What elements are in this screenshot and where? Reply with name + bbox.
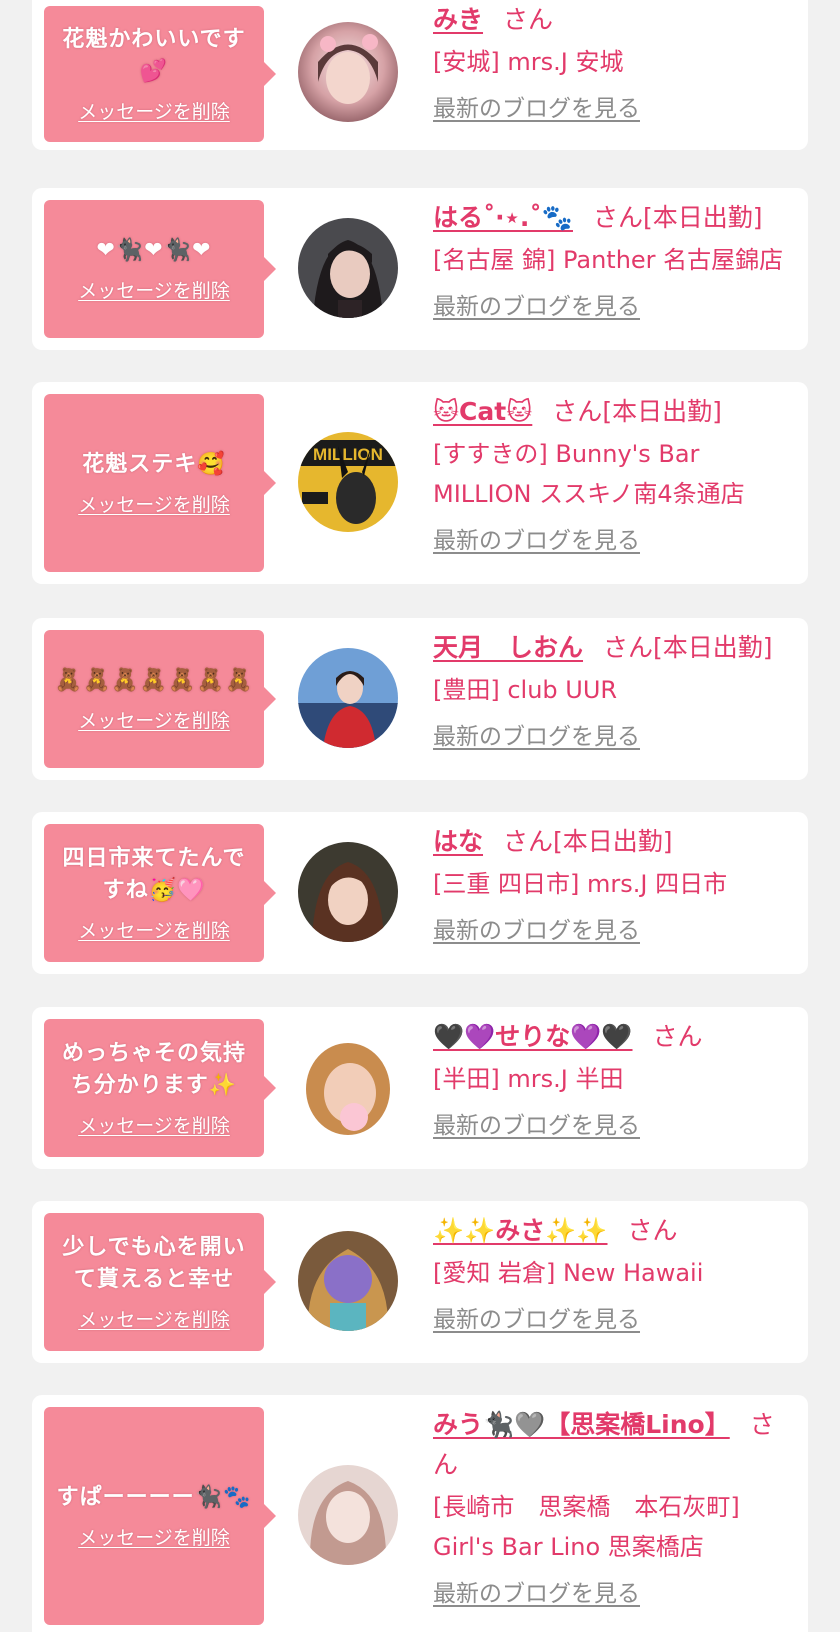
message-bubble: ❤🐈‍⬛❤🐈‍⬛❤ メッセージを削除: [44, 200, 276, 338]
sender-name-line: はる˚‧⋆.˚🐾 さん[本日出勤]: [433, 198, 793, 238]
latest-blog-link[interactable]: 最新のブログを見る: [433, 916, 793, 946]
honorific: さん: [503, 827, 554, 856]
latest-blog-link[interactable]: 最新のブログを見る: [433, 526, 793, 556]
delete-message-link[interactable]: メッセージを削除: [78, 1526, 230, 1550]
honorific: さん: [603, 633, 654, 662]
message-text: めっちゃその気持ち分かります✨: [61, 1041, 246, 1098]
sender-info: みう🐈‍⬛🩶【思案橋Lino】 さん [長崎市 思案橋 本石灰町] Girl's …: [433, 1405, 793, 1609]
message-bubble: すぱーーーー🐈‍⬛🐾 メッセージを削除: [44, 1407, 276, 1625]
avatar[interactable]: [298, 1231, 398, 1331]
sender-name-line: 🖤💜せりな💜🖤 さん: [433, 1017, 793, 1057]
delete-message-link[interactable]: メッセージを削除: [78, 1114, 230, 1138]
sender-name-link[interactable]: はる˚‧⋆.˚🐾: [433, 203, 573, 232]
delete-message-link[interactable]: メッセージを削除: [78, 1308, 230, 1332]
honorific: さん: [503, 5, 554, 34]
delete-message-link[interactable]: メッセージを削除: [78, 279, 230, 303]
sender-info: 🐱Cat🐱 さん[本日出勤] [すすきの] Bunny's Bar MILLION…: [433, 392, 793, 556]
avatar[interactable]: [298, 1465, 398, 1565]
message-card: 花魁ステキ🥰 メッセージを削除 MILLION 🐱Cat🐱 さん[本日出勤] [す…: [32, 382, 808, 584]
message-card: 四日市来てたんですね🥳🩷 メッセージを削除 はな さん[本日出勤] [三重 四日市…: [32, 812, 808, 974]
sender-name-link[interactable]: ✨✨みさ✨✨: [433, 1216, 608, 1245]
delete-message-link[interactable]: メッセージを削除: [78, 493, 230, 517]
shop-name: [長崎市 思案橋 本石灰町] Girl's Bar Lino 思案橋店: [433, 1493, 740, 1561]
sender-name-link[interactable]: 天月 しおん: [433, 633, 583, 662]
work-status: [本日出勤]: [602, 397, 722, 426]
work-status: [本日出勤]: [643, 203, 763, 232]
sender-info: ✨✨みさ✨✨ さん [愛知 岩倉] New Hawaii 最新のブログを見る: [433, 1211, 793, 1335]
message-text: 花魁かわいいです💕: [62, 27, 246, 84]
sender-info: はる˚‧⋆.˚🐾 さん[本日出勤] [名古屋 錦] Panther 名古屋錦店 最…: [433, 198, 793, 322]
message-bubble: 少しでも心を開いて貰えると幸せ メッセージを削除: [44, 1213, 276, 1351]
honorific: さん: [652, 1022, 703, 1051]
latest-blog-link[interactable]: 最新のブログを見る: [433, 1579, 793, 1609]
latest-blog-link[interactable]: 最新のブログを見る: [433, 722, 793, 752]
delete-message-link[interactable]: メッセージを削除: [78, 709, 230, 733]
shop-name: [豊田] club UUR: [433, 676, 618, 704]
sender-name-link[interactable]: 🖤💜せりな💜🖤: [433, 1022, 633, 1051]
message-card: すぱーーーー🐈‍⬛🐾 メッセージを削除 みう🐈‍⬛🩶【思案橋Lino】 さん [長…: [32, 1395, 808, 1632]
sender-info: はな さん[本日出勤] [三重 四日市] mrs.J 四日市 最新のブログを見る: [433, 822, 793, 946]
sender-name-link[interactable]: 🐱Cat🐱: [433, 397, 532, 426]
avatar[interactable]: [298, 842, 398, 942]
shop-name: [半田] mrs.J 半田: [433, 1065, 624, 1093]
shop-name: [すすきの] Bunny's Bar MILLION ススキノ南4条通店: [433, 440, 745, 508]
message-card: 花魁かわいいです💕 メッセージを削除 みき さん [安城] mrs.J 安城 最新…: [32, 0, 808, 150]
sender-name-link[interactable]: みう🐈‍⬛🩶【思案橋Lino】: [433, 1410, 730, 1439]
message-bubble: 花魁ステキ🥰 メッセージを削除: [44, 394, 276, 572]
message-text: 少しでも心を開いて貰えると幸せ: [62, 1235, 246, 1292]
message-bubble: 花魁かわいいです💕 メッセージを削除: [44, 6, 276, 142]
sender-name-link[interactable]: はな: [433, 827, 483, 856]
message-text: ❤🐈‍⬛❤🐈‍⬛❤: [96, 238, 212, 263]
svg-text:MILLION: MILLION: [313, 445, 383, 464]
message-bubble: めっちゃその気持ち分かります✨ メッセージを削除: [44, 1019, 276, 1157]
shop-name: [安城] mrs.J 安城: [433, 48, 624, 76]
honorific: さん: [552, 397, 603, 426]
honorific: さん: [592, 203, 643, 232]
sender-name-line: ✨✨みさ✨✨ さん: [433, 1211, 793, 1251]
latest-blog-link[interactable]: 最新のブログを見る: [433, 94, 793, 124]
latest-blog-link[interactable]: 最新のブログを見る: [433, 292, 793, 322]
avatar[interactable]: MILLION: [298, 432, 398, 532]
message-card: めっちゃその気持ち分かります✨ メッセージを削除 🖤💜せりな💜🖤 さん [半田] …: [32, 1007, 808, 1169]
honorific: さん: [627, 1216, 678, 1245]
latest-blog-link[interactable]: 最新のブログを見る: [433, 1305, 793, 1335]
message-text: 🧸🧸🧸🧸🧸🧸🧸: [54, 668, 254, 693]
sender-name-line: みき さん: [433, 0, 793, 40]
message-text: 四日市来てたんですね🥳🩷: [62, 846, 246, 903]
shop-name: [三重 四日市] mrs.J 四日市: [433, 870, 728, 898]
message-card: 🧸🧸🧸🧸🧸🧸🧸 メッセージを削除 天月 しおん さん[本日出勤] [豊田] clu…: [32, 618, 808, 780]
sender-name-line: はな さん[本日出勤]: [433, 822, 793, 862]
shop-name: [愛知 岩倉] New Hawaii: [433, 1259, 704, 1287]
latest-blog-link[interactable]: 最新のブログを見る: [433, 1111, 793, 1141]
message-text: すぱーーーー🐈‍⬛🐾: [56, 1485, 252, 1510]
message-text: 花魁ステキ🥰: [82, 452, 226, 477]
delete-message-link[interactable]: メッセージを削除: [78, 919, 230, 943]
sender-info: 🖤💜せりな💜🖤 さん [半田] mrs.J 半田 最新のブログを見る: [433, 1017, 793, 1141]
sender-info: 天月 しおん さん[本日出勤] [豊田] club UUR 最新のブログを見る: [433, 628, 793, 752]
avatar[interactable]: [298, 22, 398, 122]
sender-name-line: 🐱Cat🐱 さん[本日出勤]: [433, 392, 793, 432]
avatar[interactable]: [298, 1037, 398, 1137]
message-card: 少しでも心を開いて貰えると幸せ メッセージを削除 ✨✨みさ✨✨ さん [愛知 岩倉…: [32, 1201, 808, 1363]
avatar[interactable]: [298, 648, 398, 748]
sender-name-line: 天月 しおん さん[本日出勤]: [433, 628, 793, 668]
delete-message-link[interactable]: メッセージを削除: [78, 100, 230, 124]
message-bubble: 🧸🧸🧸🧸🧸🧸🧸 メッセージを削除: [44, 630, 276, 768]
sender-info: みき さん [安城] mrs.J 安城 最新のブログを見る: [433, 0, 793, 124]
work-status: [本日出勤]: [653, 633, 773, 662]
shop-name: [名古屋 錦] Panther 名古屋錦店: [433, 246, 784, 274]
sender-name-link[interactable]: みき: [433, 5, 483, 34]
sender-name-line: みう🐈‍⬛🩶【思案橋Lino】 さん: [433, 1405, 793, 1485]
work-status: [本日出勤]: [553, 827, 673, 856]
message-card: ❤🐈‍⬛❤🐈‍⬛❤ メッセージを削除 はる˚‧⋆.˚🐾 さん[本日出勤] [名古屋…: [32, 188, 808, 350]
avatar[interactable]: [298, 218, 398, 318]
message-bubble: 四日市来てたんですね🥳🩷 メッセージを削除: [44, 824, 276, 962]
